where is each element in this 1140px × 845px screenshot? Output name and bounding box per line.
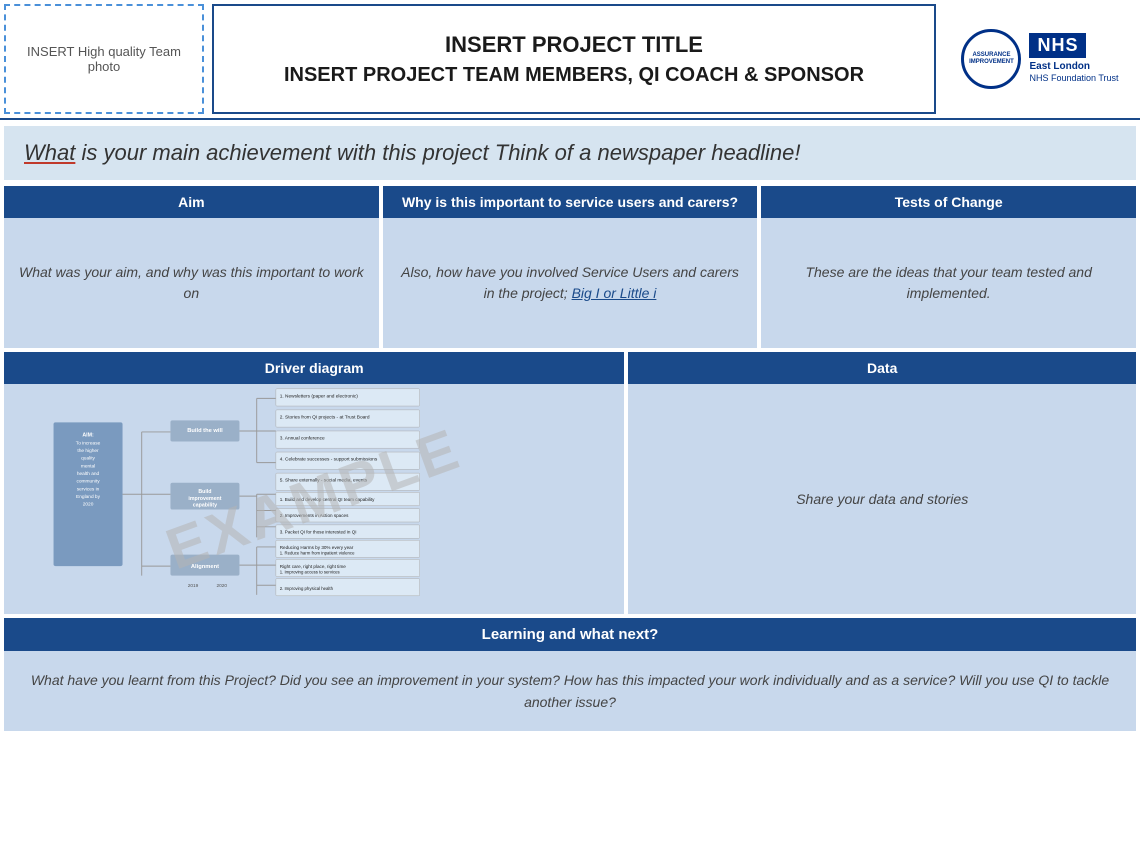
svg-text:2020: 2020 [216,583,227,589]
svg-text:mental: mental [81,463,95,469]
bottom-section: Driver diagram AIM: To increase the high… [4,352,1136,614]
learning-text: What have you learnt from this Project? … [24,669,1116,714]
svg-text:Build: Build [198,489,211,495]
data-body[interactable]: Share your data and stories [628,384,1136,614]
svg-text:capability: capability [193,503,217,509]
data-card: Data Share your data and stories [628,352,1136,614]
learning-section: Learning and what next? What have you le… [4,618,1136,731]
project-title[interactable]: INSERT PROJECT TITLE [445,32,703,58]
aim-header: Aim [4,186,379,218]
driver-diagram-svg: AIM: To increase the higher quality ment… [4,384,624,614]
learning-body[interactable]: What have you learnt from this Project? … [4,651,1136,731]
headline-section: What is your main achievement with this … [4,126,1136,180]
tests-of-change-text: These are the ideas that your team teste… [773,262,1124,304]
driver-diagram-card: Driver diagram AIM: To increase the high… [4,352,624,614]
svg-text:To increase: To increase [76,440,101,446]
assurance-logo: ASSURANCEIMPROVEMENT [961,29,1021,89]
svg-text:health and: health and [77,471,100,477]
importance-card: Why is this important to service users a… [383,186,758,348]
svg-text:5. Share externally - social m: 5. Share externally - social media, even… [280,478,368,484]
driver-diagram-body[interactable]: AIM: To increase the higher quality ment… [4,384,624,614]
project-title-box: INSERT PROJECT TITLE INSERT PROJECT TEAM… [212,4,936,114]
big-i-little-i-link[interactable]: Big I or Little i [572,285,657,301]
svg-text:Reducing Harms by 30% every ye: Reducing Harms by 30% every year [280,545,354,550]
logo-area: ASSURANCEIMPROVEMENT NHS East London NHS… [940,0,1140,118]
svg-text:services in: services in [77,486,100,492]
aim-card: Aim What was your aim, and why was this … [4,186,379,348]
data-header: Data [628,352,1136,384]
svg-text:1. Build and develop central Q: 1. Build and develop central QI team cap… [280,497,375,502]
svg-text:2. Improvements in Action spac: 2. Improvements in Action spaces [280,513,349,518]
svg-text:1. Reduce harm from inpatient: 1. Reduce harm from inpatient violence [280,551,355,556]
svg-text:Right care, right place, right: Right care, right place, right time [280,564,347,569]
svg-text:1. Improving access to service: 1. Improving access to services [280,570,340,575]
importance-text: Also, how have you involved Service User… [395,262,746,304]
svg-text:improvement: improvement [188,496,221,502]
nhs-trust-name: East London [1029,60,1090,73]
tests-of-change-body[interactable]: These are the ideas that your team teste… [761,218,1136,348]
driver-diagram-header: Driver diagram [4,352,624,384]
svg-text:community: community [76,479,100,485]
middle-section: Aim What was your aim, and why was this … [4,186,1136,348]
svg-text:England by: England by [76,494,101,500]
svg-text:2. Improving physical health: 2. Improving physical health [280,586,334,591]
tests-of-change-card: Tests of Change These are the ideas that… [761,186,1136,348]
page-header: INSERT High quality Team photo INSERT PR… [0,0,1140,120]
svg-text:2. Stories from QI projects -: 2. Stories from QI projects - at Trust B… [280,415,370,421]
learning-header: Learning and what next? [4,618,1136,651]
svg-text:1. Newsletters (paper and elec: 1. Newsletters (paper and electronic) [280,393,359,399]
svg-text:AIM:: AIM: [82,433,94,439]
svg-text:3. Annual conference: 3. Annual conference [280,436,325,442]
svg-text:3. Packet QI for those interes: 3. Packet QI for those interested in QI [280,530,357,535]
project-subtitle[interactable]: INSERT PROJECT TEAM MEMBERS, QI COACH & … [284,64,864,87]
aim-text: What was your aim, and why was this impo… [16,262,367,304]
svg-text:4. Celebrate successes - suppo: 4. Celebrate successes - support submiss… [280,457,378,463]
svg-text:Build the will: Build the will [187,428,223,434]
nhs-logo: NHS East London NHS Foundation Trust [1029,33,1118,85]
aim-body[interactable]: What was your aim, and why was this impo… [4,218,379,348]
tests-of-change-header: Tests of Change [761,186,1136,218]
svg-text:the higher: the higher [77,448,99,454]
nhs-trust-type: NHS Foundation Trust [1029,73,1118,85]
importance-header: Why is this important to service users a… [383,186,758,218]
svg-text:2020: 2020 [83,502,94,508]
data-text: Share your data and stories [796,489,968,510]
nhs-badge: NHS [1029,33,1086,58]
svg-text:2019: 2019 [188,583,199,589]
headline-text[interactable]: What is your main achievement with this … [24,140,801,165]
team-photo-placeholder[interactable]: INSERT High quality Team photo [4,4,204,114]
headline-what: What [24,140,75,165]
svg-text:Alignment: Alignment [191,564,219,570]
importance-body[interactable]: Also, how have you involved Service User… [383,218,758,348]
svg-text:quality: quality [81,456,95,462]
